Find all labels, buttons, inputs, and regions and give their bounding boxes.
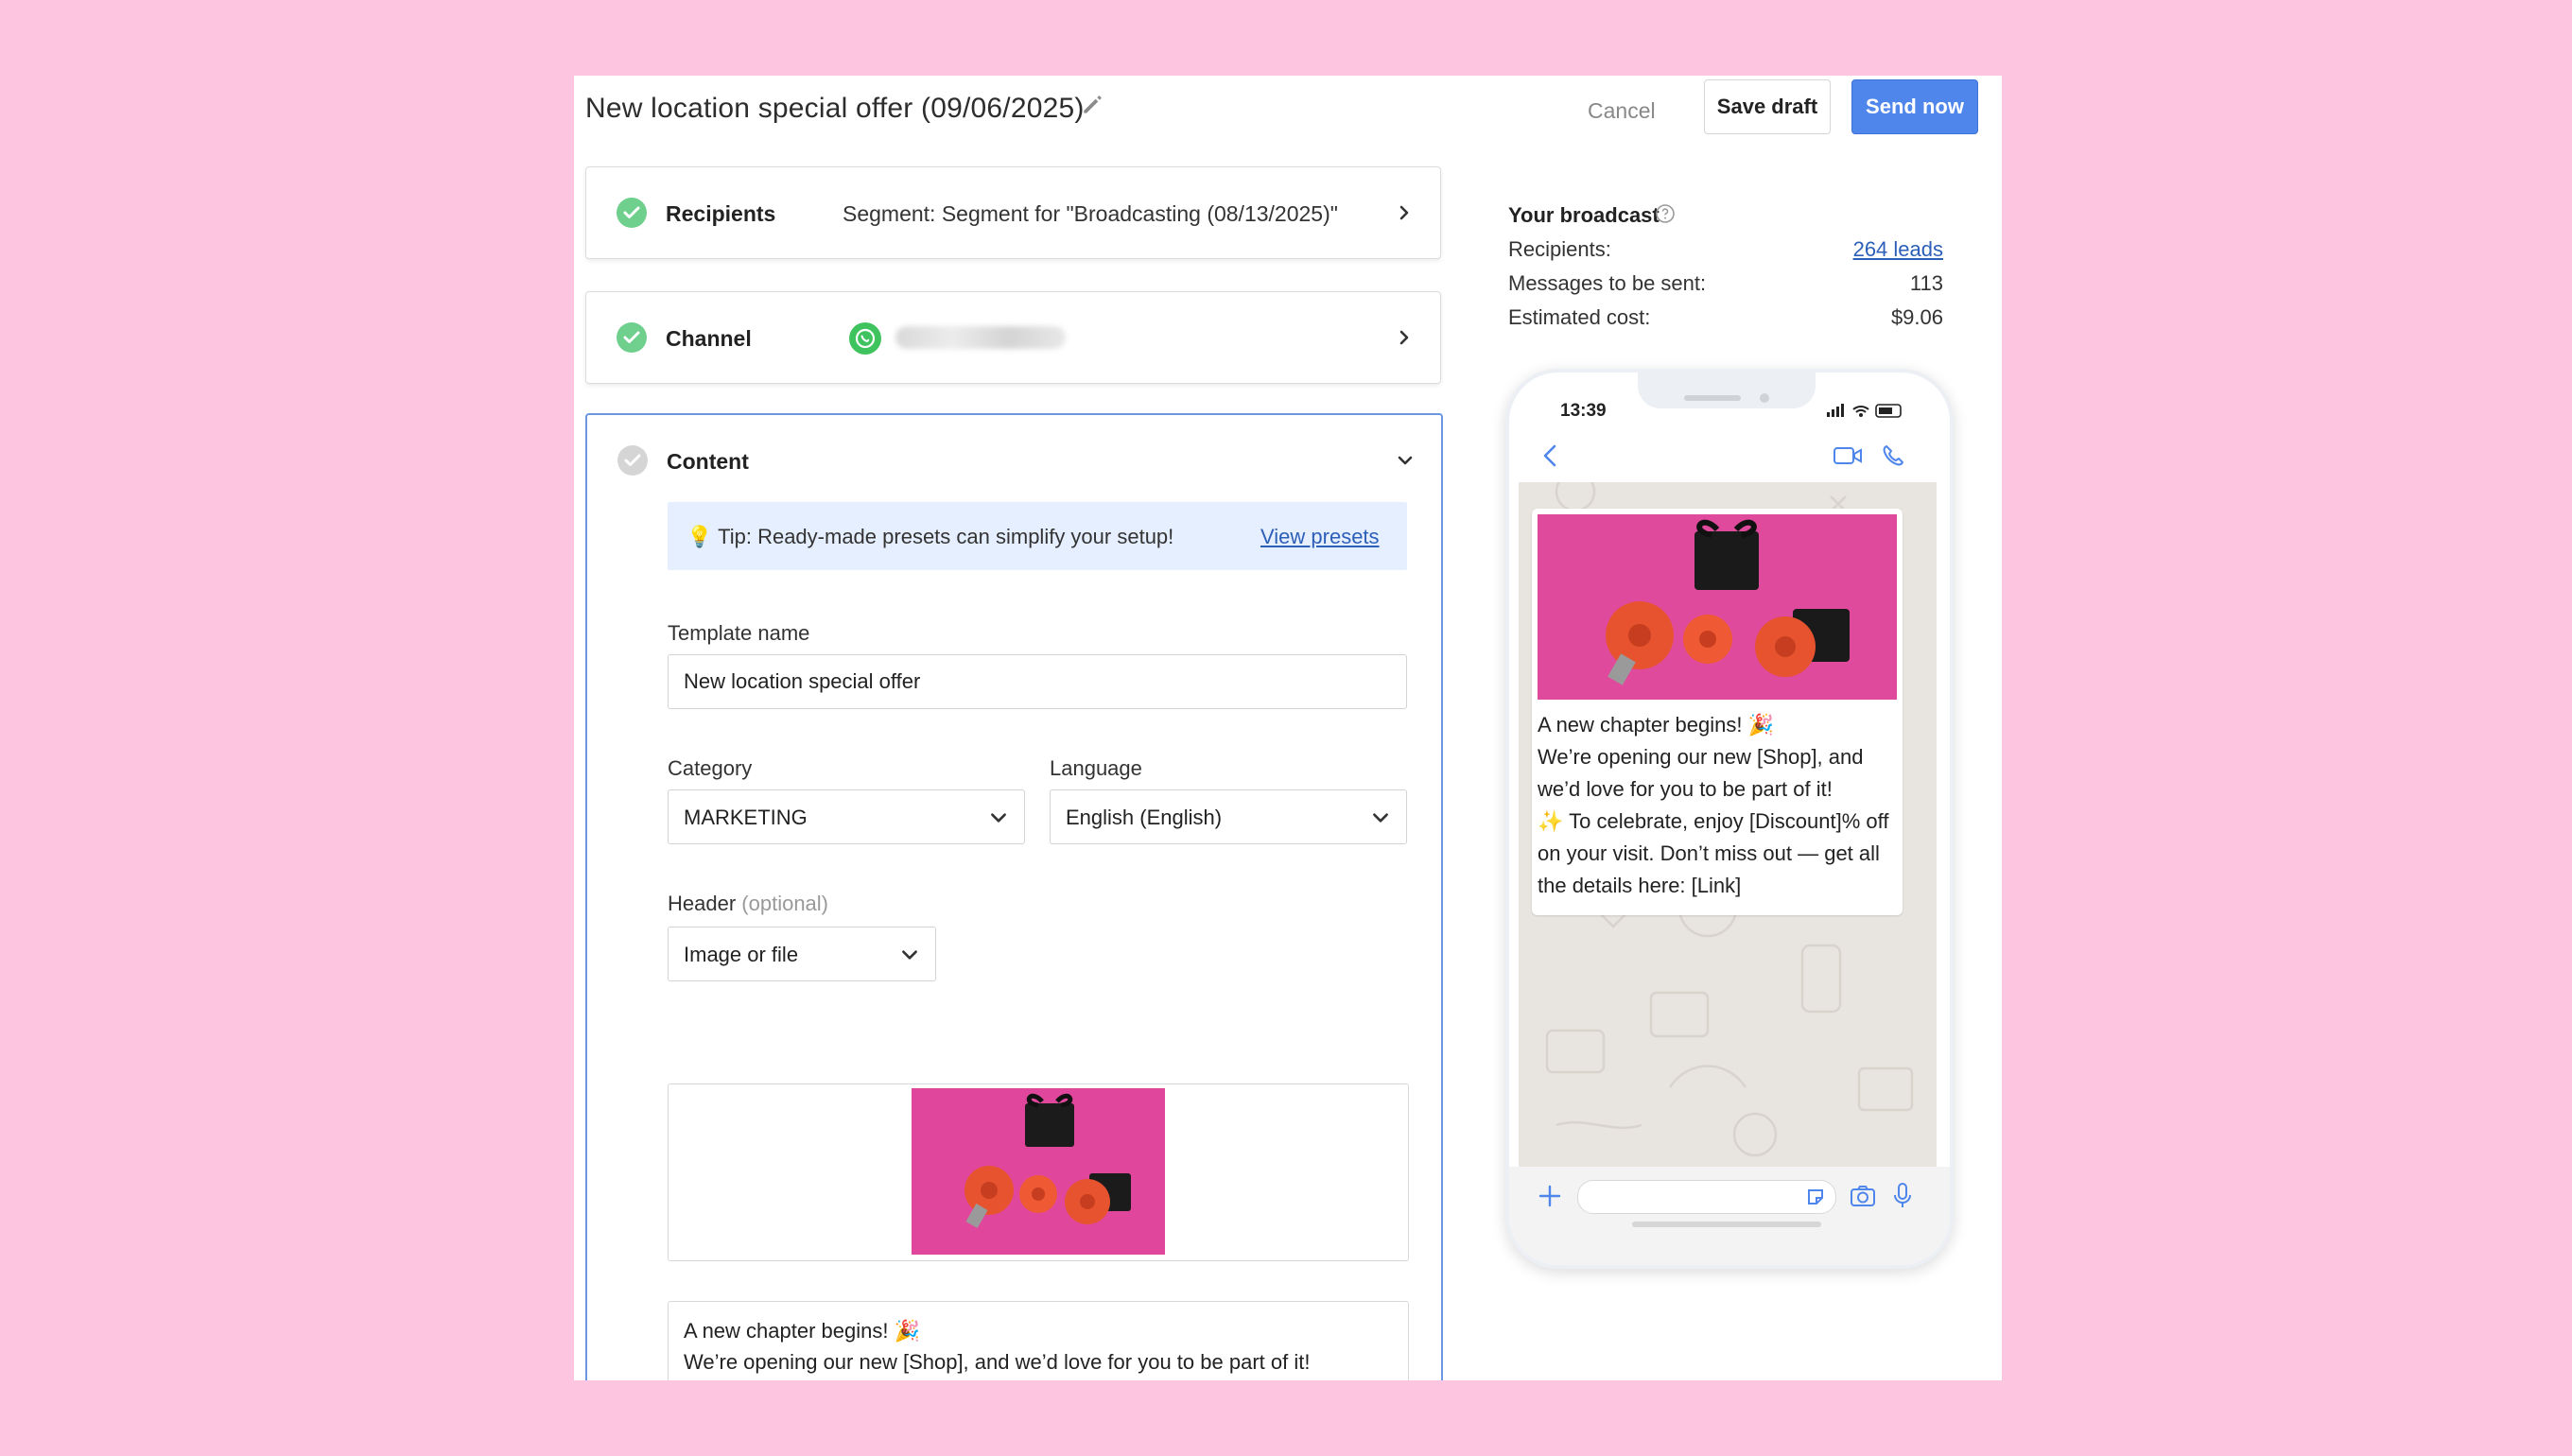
phone-time: 13:39	[1560, 401, 1607, 421]
summary-messages-value: 113	[1909, 271, 1943, 295]
summary-title: Your broadcast	[1508, 203, 1660, 227]
recipients-label: Recipients	[666, 201, 776, 226]
chevron-down-icon	[1373, 813, 1388, 823]
category-value: MARKETING	[684, 806, 808, 829]
tip-text: 💡 Tip: Ready-made presets can simplify y…	[686, 525, 1174, 548]
camera-icon[interactable]	[1850, 1184, 1876, 1208]
chat-message-input[interactable]	[1577, 1180, 1836, 1214]
mic-icon[interactable]	[1893, 1182, 1912, 1210]
category-label: Category	[668, 756, 753, 780]
chevron-right-icon[interactable]	[1395, 203, 1414, 222]
message-body-text: A new chapter begins! 🎉 We’re opening ou…	[684, 1319, 1311, 1374]
back-icon[interactable]	[1539, 442, 1562, 469]
language-select[interactable]: English (English)	[1050, 789, 1407, 844]
summary-recipients-label: Recipients:	[1508, 237, 1611, 261]
chat-header	[1509, 431, 1950, 482]
summary-cost-row: Estimated cost: $9.06	[1508, 305, 1943, 330]
content-step: Content 💡 Tip: Ready-made presets can si…	[585, 413, 1443, 1380]
summary-messages-label: Messages to be sent:	[1508, 271, 1707, 295]
recipients-value: Segment: Segment for "Broadcasting (08/1…	[843, 201, 1338, 226]
tip-banner: 💡 Tip: Ready-made presets can simplify y…	[668, 502, 1407, 570]
cancel-button[interactable]: Cancel	[1576, 92, 1667, 130]
page-title: New location special offer (09/06/2025)	[585, 93, 1085, 124]
language-label: Language	[1050, 756, 1142, 780]
header-image-preview[interactable]	[668, 1083, 1409, 1261]
phone-preview: 13:39 A new chapter begins! 🎉 We’re open…	[1505, 369, 1954, 1269]
top-bar: New location special offer (09/06/2025) …	[574, 76, 2002, 142]
summary-cost-label: Estimated cost:	[1508, 305, 1651, 329]
message-body-editor[interactable]: A new chapter begins! 🎉 We’re opening ou…	[668, 1301, 1409, 1380]
video-icon[interactable]	[1833, 444, 1863, 467]
header-label: Header (optional)	[668, 892, 828, 916]
gift-image	[912, 1088, 1165, 1255]
sticker-icon[interactable]	[1805, 1187, 1826, 1207]
status-bar-icons	[1827, 404, 1902, 418]
phone-icon[interactable]	[1880, 442, 1906, 469]
summary-cost-value: $9.06	[1890, 305, 1943, 329]
chevron-down-icon	[991, 813, 1006, 823]
view-presets-link[interactable]: View presets	[1260, 525, 1380, 549]
check-icon	[617, 322, 647, 353]
header-label-text: Header	[668, 892, 737, 915]
chat-input-bar	[1509, 1167, 1950, 1265]
phone-notch	[1638, 373, 1816, 408]
channel-label: Channel	[666, 326, 752, 351]
summary-recipients-row: Recipients: 264 leads	[1508, 237, 1943, 262]
recipients-step[interactable]: Recipients Segment: Segment for "Broadca…	[585, 166, 1441, 259]
channel-number-redacted	[895, 326, 1066, 349]
whatsapp-icon	[849, 322, 881, 355]
preview-message-text: A new chapter begins! 🎉 We’re opening ou…	[1538, 713, 1889, 897]
message-preview-bubble: A new chapter begins! 🎉 We’re opening ou…	[1532, 509, 1903, 915]
template-name-input[interactable]	[668, 654, 1407, 709]
notch-camera	[1760, 393, 1769, 403]
help-icon[interactable]	[1655, 203, 1676, 224]
summary-messages-row: Messages to be sent: 113	[1508, 271, 1943, 296]
summary-recipients-link[interactable]: 264 leads	[1853, 237, 1943, 262]
header-optional-hint: (optional)	[741, 892, 828, 915]
preview-gift-image	[1538, 514, 1897, 700]
broadcast-editor: New location special offer (09/06/2025) …	[574, 76, 2002, 1380]
chevron-down-icon	[902, 950, 917, 960]
pencil-icon[interactable]	[1080, 93, 1104, 117]
header-type-select[interactable]: Image or file	[668, 927, 936, 981]
save-draft-button[interactable]: Save draft	[1704, 79, 1831, 134]
category-select[interactable]: MARKETING	[668, 789, 1025, 844]
header-type-value: Image or file	[684, 943, 799, 966]
language-value: English (English)	[1066, 806, 1223, 829]
notch-speaker	[1684, 395, 1741, 401]
check-icon	[617, 445, 648, 476]
check-icon	[617, 198, 647, 228]
home-indicator	[1632, 1222, 1821, 1227]
plus-icon[interactable]	[1538, 1184, 1562, 1208]
channel-step[interactable]: Channel	[585, 291, 1441, 384]
chevron-down-icon[interactable]	[1396, 451, 1415, 470]
content-label: Content	[667, 449, 749, 474]
template-name-label: Template name	[668, 621, 810, 645]
chevron-right-icon[interactable]	[1395, 328, 1414, 347]
send-now-button[interactable]: Send now	[1851, 79, 1978, 134]
